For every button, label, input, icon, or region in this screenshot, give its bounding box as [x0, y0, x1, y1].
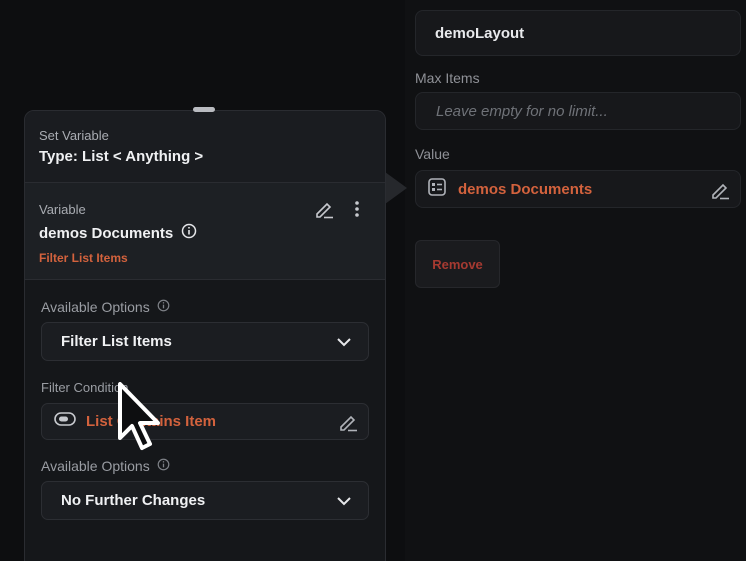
set-variable-card: Set Variable Type: List < Anything > Var…: [24, 110, 386, 561]
card-type: Type: List < Anything >: [39, 148, 204, 165]
available-options-label-1-text: Available Options: [41, 299, 150, 315]
max-items-input[interactable]: Leave empty for no limit...: [415, 92, 741, 130]
value-text: demos Documents: [458, 180, 593, 198]
layout-name-text: demoLayout: [435, 24, 525, 42]
available-options-label-2: Available Options: [41, 458, 170, 474]
card-header: Set Variable Type: List < Anything >: [25, 111, 385, 183]
available-options-label-2-text: Available Options: [41, 458, 150, 474]
value-label: Value: [415, 146, 450, 162]
chevron-down-icon: [336, 335, 352, 352]
info-icon[interactable]: [181, 223, 197, 243]
filter-condition-field[interactable]: List Contains Item: [41, 403, 369, 440]
more-options-icon[interactable]: [350, 200, 364, 223]
info-icon[interactable]: [157, 299, 170, 315]
mouse-cursor-icon: [116, 382, 164, 459]
info-icon[interactable]: [157, 458, 170, 474]
available-options-value-2: No Further Changes: [61, 492, 206, 509]
options-panel: Available Options Filter List Items Filt…: [25, 281, 385, 561]
variable-section[interactable]: Variable demos Documents Filter List Ite…: [25, 183, 385, 280]
max-items-placeholder: Leave empty for no limit...: [436, 102, 608, 120]
connector-arrow: [385, 172, 407, 204]
right-panel: demoLayout Max Items Leave empty for no …: [405, 0, 746, 561]
document-list-icon: [428, 177, 446, 201]
max-items-label: Max Items: [415, 70, 480, 86]
available-options-dropdown-2[interactable]: No Further Changes: [41, 481, 369, 520]
pencil-icon[interactable]: [314, 199, 334, 224]
drag-handle[interactable]: [193, 107, 215, 112]
card-header-label: Set Variable: [39, 128, 109, 143]
value-field[interactable]: demos Documents: [415, 170, 741, 208]
available-options-dropdown-1[interactable]: Filter List Items: [41, 322, 369, 361]
variable-name-row: demos Documents: [39, 223, 371, 243]
variable-name: demos Documents: [39, 224, 174, 242]
available-options-label-1: Available Options: [41, 299, 170, 315]
layout-name-field[interactable]: demoLayout: [415, 10, 741, 56]
chevron-down-icon: [336, 494, 352, 511]
edit-icon[interactable]: [710, 180, 730, 205]
variable-subtitle: Filter List Items: [39, 251, 128, 265]
available-options-value-1: Filter List Items: [61, 333, 172, 350]
edit-icon[interactable]: [338, 412, 358, 437]
remove-button[interactable]: Remove: [415, 240, 500, 288]
toggle-icon: [54, 412, 76, 431]
